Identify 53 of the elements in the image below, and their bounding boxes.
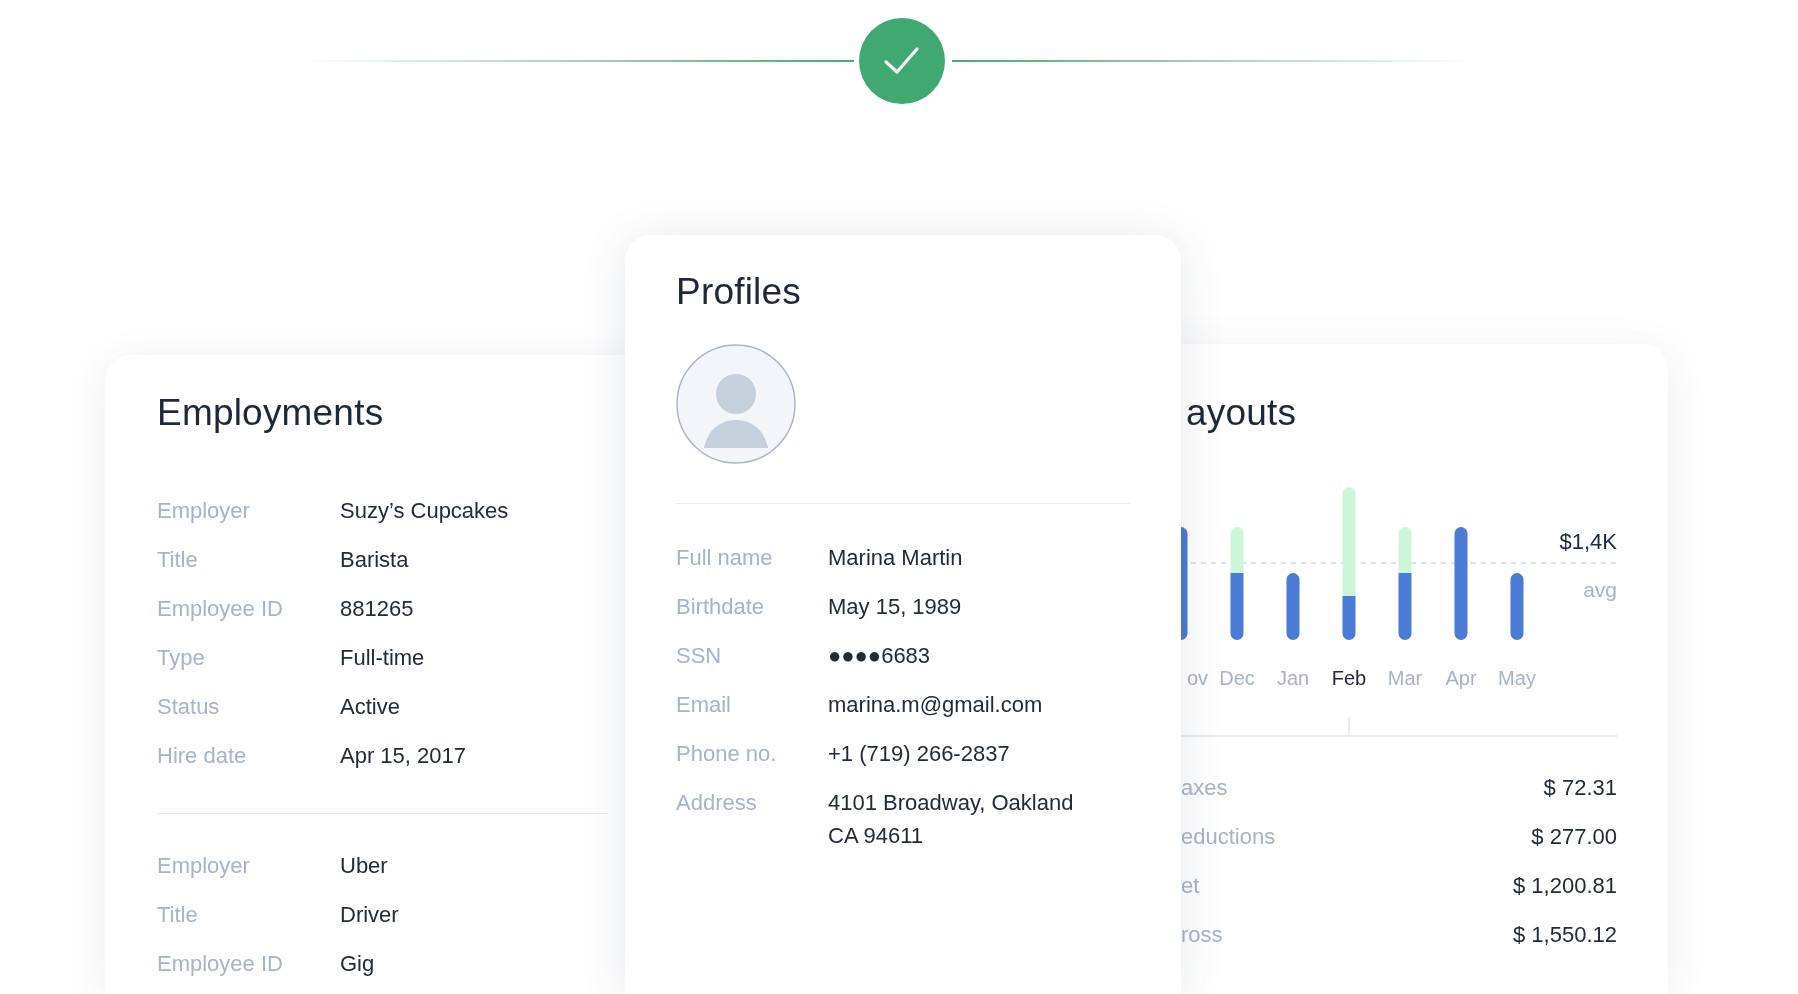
field-value: Full-time <box>340 645 425 670</box>
field-label: Address <box>676 790 757 815</box>
payout-label: eductions <box>1181 823 1276 851</box>
field-value: May 15, 1989 <box>828 594 962 619</box>
payout-label: axes <box>1181 774 1228 802</box>
card-title: Employments <box>157 391 385 435</box>
field-value: Driver <box>340 902 399 927</box>
payout-amount: $ 72.31 <box>1543 774 1617 802</box>
month-label[interactable]: ov <box>1187 667 1209 689</box>
month-label[interactable]: Apr <box>1445 667 1477 689</box>
card-title: ayouts <box>1185 391 1298 435</box>
month-label[interactable]: Jan <box>1276 667 1310 689</box>
field-label: Type <box>157 645 205 670</box>
payout-bar <box>1286 573 1300 640</box>
field-label: Birthdate <box>676 594 765 619</box>
field-label: Full name <box>676 545 773 570</box>
field-value: Marina Martin <box>828 545 963 570</box>
payout-amount: $ 1,550.12 <box>1513 921 1617 949</box>
field-label: Employee ID <box>157 596 283 621</box>
month-label[interactable]: Feb <box>1331 667 1367 689</box>
field-value: Apr 15, 2017 <box>340 743 466 768</box>
payout-label: et <box>1181 872 1200 900</box>
field-label: Title <box>157 902 198 927</box>
field-value: Barista <box>340 547 409 572</box>
field-label: Employer <box>157 498 250 523</box>
field-value: marina.m@gmail.com <box>828 692 1043 717</box>
field-value: +1 (719) 266-2837 <box>828 741 1010 766</box>
field-value: ●●●●6683 <box>828 643 931 668</box>
field-value: Gig <box>340 951 375 976</box>
month-label[interactable]: May <box>1498 667 1536 689</box>
field-label: Employee ID <box>157 951 283 976</box>
field-label: Employer <box>157 853 250 878</box>
field-label: SSN <box>676 643 722 668</box>
payout-amount: $ 1,200.81 <box>1513 872 1617 900</box>
field-value: Suzy’s Cupcakes <box>340 498 509 523</box>
average-label: avg <box>1583 578 1617 601</box>
payout-amount: $ 277.00 <box>1531 823 1617 851</box>
field-value: Uber <box>340 853 388 878</box>
payout-label: ross <box>1181 921 1223 949</box>
field-label: Status <box>157 694 220 719</box>
field-label: Title <box>157 547 198 572</box>
field-label: Email <box>676 692 731 717</box>
field-value: 881265 <box>340 596 414 621</box>
field-value: 4101 Broadway, Oakland CA 94611 <box>828 790 1074 848</box>
month-label[interactable]: Mar <box>1387 667 1423 689</box>
payout-bar <box>1510 573 1524 640</box>
field-label: Hire date <box>157 743 247 768</box>
check-icon <box>859 18 945 104</box>
field-value: Active <box>340 694 400 719</box>
average-value: $1,4K <box>1559 529 1617 554</box>
month-label[interactable]: Dec <box>1219 667 1255 689</box>
field-label: Phone no. <box>676 741 777 766</box>
card-title: Profiles <box>676 270 802 314</box>
